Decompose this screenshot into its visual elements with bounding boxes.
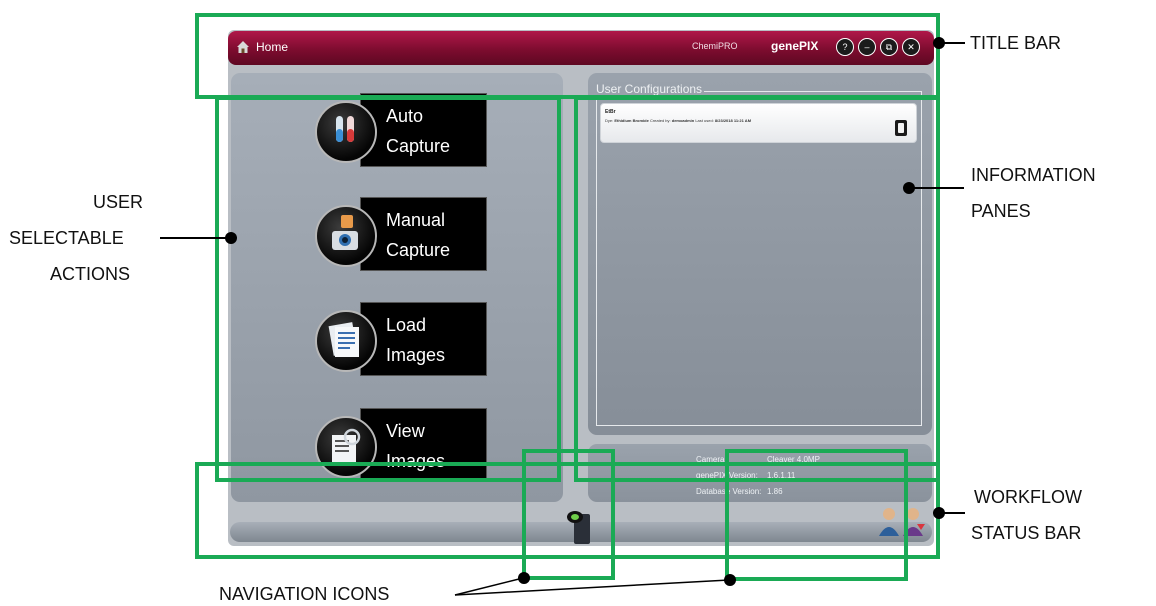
- title-bar-highlight: [195, 13, 940, 99]
- navigation-leaders: [454, 577, 730, 596]
- information-panes-leader: [912, 187, 964, 189]
- user-actions-callout-3: ACTIONS: [50, 264, 131, 284]
- information-panes-callout-1: INFORMATION: [971, 165, 1096, 185]
- user-actions-callout-2: SELECTABLE: [9, 228, 124, 248]
- workflow-leader: [943, 512, 965, 514]
- actions-highlight: [215, 96, 561, 482]
- workflow-callout-1: WORKFLOW: [974, 487, 1082, 507]
- user-actions-callout-1: USER: [93, 192, 144, 212]
- navigation-icons-highlight-left: [522, 449, 615, 580]
- navigation-icons-highlight-right: [725, 449, 908, 581]
- information-panes-highlight: [574, 96, 940, 482]
- workflow-callout-2: STATUS BAR: [971, 523, 1082, 543]
- title-bar-callout: TITLE BAR: [970, 33, 1062, 53]
- title-bar-leader: [943, 42, 965, 44]
- navigation-icons-callout: NAVIGATION ICONS: [219, 584, 390, 604]
- user-actions-leader: [160, 237, 228, 239]
- information-panes-callout-2: PANES: [971, 201, 1031, 221]
